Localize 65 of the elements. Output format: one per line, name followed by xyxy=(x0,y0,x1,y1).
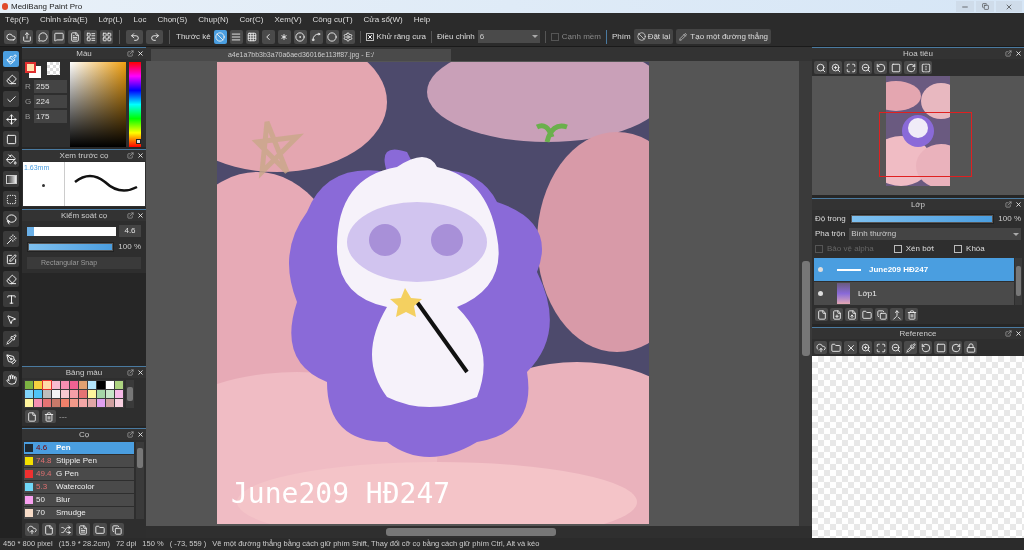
blend-mode-dropdown[interactable]: Bình thường xyxy=(849,228,1021,240)
brush-size-text: 49.4 xyxy=(36,468,53,480)
menu-item[interactable]: Help xyxy=(413,14,431,26)
brush-name: Blur xyxy=(56,494,71,506)
menu-item[interactable]: Cor(C) xyxy=(239,14,264,26)
brush-size-text: 74.8 xyxy=(36,455,53,467)
brush-name: G Pen xyxy=(56,468,79,480)
layer-option-label: Khóa xyxy=(966,243,985,255)
brush-size-text: 70 xyxy=(36,507,46,519)
slider-value: 100 % xyxy=(118,241,141,253)
channel-label: G xyxy=(25,95,31,108)
panel-title: Bảng màu xyxy=(65,368,103,377)
menu-item[interactable]: Chụp(N) xyxy=(198,14,229,26)
straight-line-button[interactable]: Tạo một đường thẳng xyxy=(676,29,772,44)
opacity-label: Độ trong xyxy=(815,213,846,225)
brush-list-item[interactable]: 49.4 G Pen xyxy=(24,468,134,480)
brush-list-item[interactable]: 74.8 Stipple Pen xyxy=(24,455,134,467)
menu-item[interactable]: Cửa sổ(W) xyxy=(363,14,403,26)
menu-item[interactable]: Tệp(F) xyxy=(5,14,29,26)
correction-label: Điều chỉnh xyxy=(437,30,475,43)
brush-name: Smudge xyxy=(56,507,86,519)
brush-size-text: 4.6 xyxy=(36,442,49,454)
brush-size-text: 50 xyxy=(36,494,46,506)
layer-row[interactable]: Lớp1 xyxy=(814,282,1014,305)
brush-name: Stipple Pen xyxy=(56,455,97,467)
menu-item[interactable]: Chọn(S) xyxy=(157,14,188,26)
layer-option-label: Xén bớt xyxy=(905,243,935,255)
brush-list-item[interactable]: 5.3 Watercolor xyxy=(24,481,134,493)
channel-label: R xyxy=(25,80,31,93)
panel-title: Lớp xyxy=(910,200,926,209)
menu-item[interactable]: Lọc xyxy=(133,14,147,26)
blend-label: Pha trộn xyxy=(815,228,846,240)
layer-name: Lớp1 xyxy=(858,287,877,300)
menu-item[interactable]: Lớp(L) xyxy=(98,14,123,26)
keys-label: Phím xyxy=(611,30,631,43)
panel-title: Kiểm soát cọ xyxy=(60,211,108,220)
menu-item[interactable]: Công cụ(T) xyxy=(312,14,353,26)
channel-value-field[interactable]: 255 xyxy=(34,80,67,93)
channel-label: B xyxy=(25,110,31,123)
brush-list-item[interactable]: 70 Smudge xyxy=(24,507,134,519)
brush-name: Watercolor xyxy=(56,481,95,493)
brush-size-field[interactable]: 4.6 xyxy=(119,225,141,237)
brush-list-item[interactable]: 4.6 Pen xyxy=(24,442,134,454)
slider-value: 100 % xyxy=(998,213,1021,225)
reset-button[interactable]: Đặt lại xyxy=(633,29,674,44)
artwork-caption: June209 HĐ247 xyxy=(231,480,451,508)
layer-name: June209 HĐ247 xyxy=(869,263,929,276)
brush-size-text: 5.3 xyxy=(36,481,49,493)
menu-item[interactable]: Chỉnh sửa(E) xyxy=(40,14,88,26)
brush-name: Pen xyxy=(56,442,71,454)
panel-title: Xem trước cọ xyxy=(59,151,109,160)
panel-title: Màu xyxy=(76,49,92,58)
channel-value-field[interactable]: 175 xyxy=(34,110,67,123)
window-title: MediBang Paint Pro xyxy=(11,0,83,13)
panel-title: Cọ xyxy=(78,430,90,439)
soft-edge-label: Cạnh mềm xyxy=(561,30,601,43)
antialias-label: Khử răng cưa xyxy=(376,30,426,43)
menu-item[interactable]: Xem(V) xyxy=(274,14,302,26)
brush-list-item[interactable]: 50 Blur xyxy=(24,494,134,506)
correction-dropdown[interactable]: 6 xyxy=(477,30,540,43)
panel-title: Reference xyxy=(899,329,937,338)
channel-value-field[interactable]: 224 xyxy=(34,95,67,108)
panel-title: Hoa tiêu xyxy=(903,49,933,58)
ruler-label: Thước kẻ xyxy=(176,30,211,43)
palette-name-text: --- xyxy=(59,410,67,423)
